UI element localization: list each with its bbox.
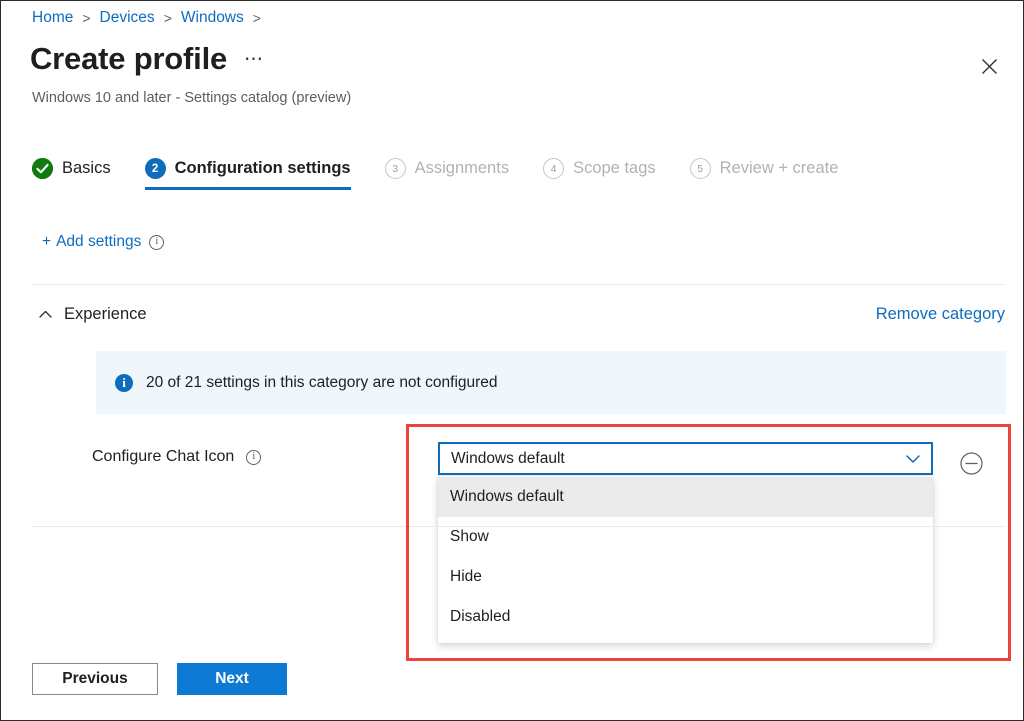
dropdown-option-disabled[interactable]: Disabled xyxy=(438,597,933,637)
minus-circle-icon[interactable] xyxy=(959,451,984,476)
info-banner-text: 20 of 21 settings in this category are n… xyxy=(146,373,498,391)
divider-setting-row xyxy=(32,526,1005,527)
dropdown-selected-value: Windows default xyxy=(451,449,565,467)
tab-label-configuration-settings: Configuration settings xyxy=(174,159,351,177)
info-banner: i 20 of 21 settings in this category are… xyxy=(96,351,1006,414)
tab-label-review-create: Review + create xyxy=(719,159,839,177)
setting-label-configure-chat-icon: Configure Chat Icon i xyxy=(92,448,262,466)
dropdown-option-show[interactable]: Show xyxy=(438,517,933,557)
dropdown-option-hide[interactable]: Hide xyxy=(438,557,933,597)
breadcrumb-item-devices[interactable]: Devices xyxy=(100,9,155,27)
tab-label-basics: Basics xyxy=(62,159,111,177)
dropdown-option-windows-default[interactable]: Windows default xyxy=(438,477,933,517)
tab-review-create[interactable]: 5 Review + create xyxy=(689,158,839,190)
next-button[interactable]: Next xyxy=(177,663,287,695)
step-badge-2: 2 xyxy=(144,158,166,179)
breadcrumb-separator: > xyxy=(252,10,261,26)
divider-top xyxy=(32,284,1005,285)
category-header-experience: Experience Remove category xyxy=(32,298,1005,330)
step-badge-complete-icon xyxy=(32,158,53,179)
configure-chat-icon-dropdown: Windows default Windows default Show Hid… xyxy=(438,442,933,643)
breadcrumb: Home > Devices > Windows > xyxy=(32,9,270,27)
chevron-down-icon[interactable] xyxy=(903,449,923,469)
tab-scope-tags[interactable]: 4 Scope tags xyxy=(543,158,656,190)
remove-category-link[interactable]: Remove category xyxy=(876,305,1005,324)
setting-label-text: Configure Chat Icon xyxy=(92,448,235,465)
page-title: Create profile xyxy=(30,41,228,76)
tab-label-scope-tags: Scope tags xyxy=(573,159,656,177)
category-name: Experience xyxy=(64,304,147,323)
breadcrumb-separator: > xyxy=(82,10,91,26)
breadcrumb-separator: > xyxy=(163,10,172,26)
info-icon[interactable]: i xyxy=(149,234,165,250)
breadcrumb-item-windows[interactable]: Windows xyxy=(181,9,244,27)
dropdown-combobox[interactable]: Windows default xyxy=(438,442,933,475)
add-settings-label: Add settings xyxy=(56,233,142,250)
close-icon[interactable] xyxy=(972,49,1006,83)
tab-configuration-settings[interactable]: 2 Configuration settings xyxy=(144,158,351,190)
info-icon: i xyxy=(115,373,133,392)
create-profile-page: Home > Devices > Windows > Create profil… xyxy=(0,0,1024,721)
more-options-button[interactable]: ⋯ xyxy=(244,50,265,69)
plus-icon: + xyxy=(42,233,52,250)
chevron-up-icon[interactable] xyxy=(32,301,58,327)
step-badge-3: 3 xyxy=(384,158,406,179)
info-icon[interactable]: i xyxy=(246,449,262,465)
footer-actions: Previous Next xyxy=(32,663,287,695)
tab-label-assignments: Assignments xyxy=(414,159,510,177)
title-row: Create profile ⋯ xyxy=(30,41,265,77)
tab-basics[interactable]: Basics xyxy=(32,158,111,190)
step-badge-4: 4 xyxy=(543,158,565,179)
dropdown-listbox: Windows default Show Hide Disabled xyxy=(438,476,933,643)
tab-assignments[interactable]: 3 Assignments xyxy=(384,158,510,190)
previous-button[interactable]: Previous xyxy=(32,663,158,695)
add-settings-button[interactable]: + Add settings i xyxy=(42,233,165,251)
wizard-steps: Basics 2 Configuration settings 3 Assign… xyxy=(32,158,872,190)
breadcrumb-item-home[interactable]: Home xyxy=(32,9,73,27)
step-badge-5: 5 xyxy=(689,158,711,179)
page-subtitle: Windows 10 and later - Settings catalog … xyxy=(32,90,352,106)
